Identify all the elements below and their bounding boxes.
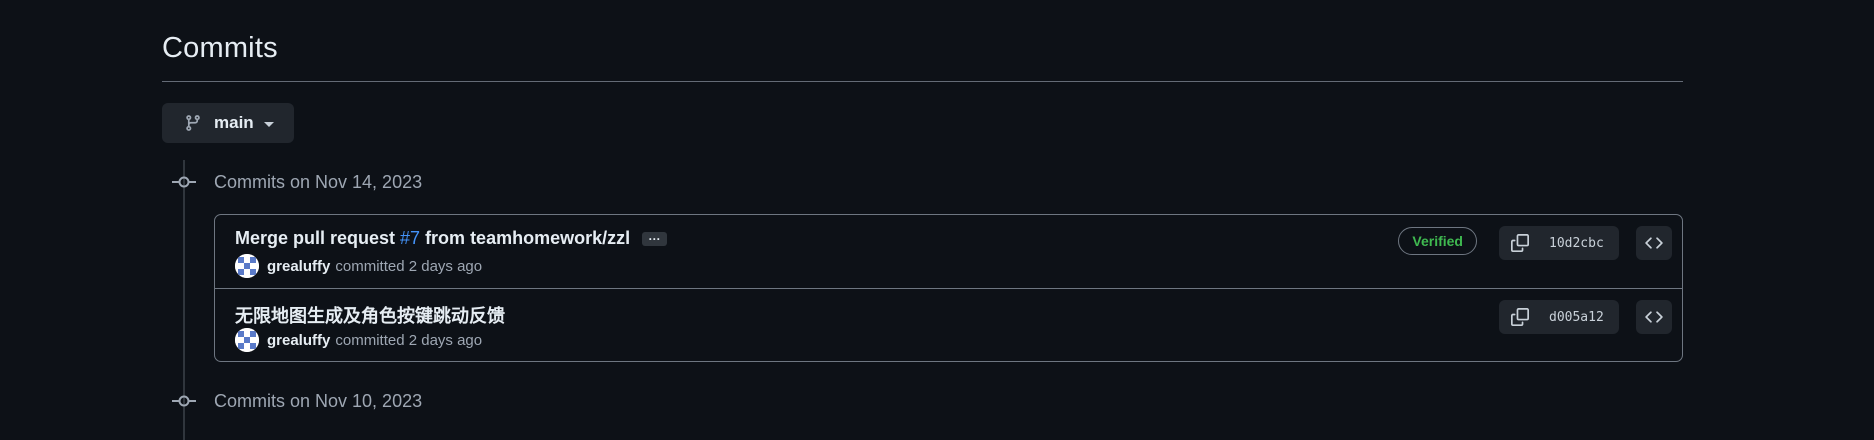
git-commit-icon (162, 170, 206, 194)
pull-request-link[interactable]: #7 (400, 228, 420, 249)
git-commit-icon (162, 389, 206, 413)
commit-meta: grealuffy committed 2 days ago (235, 254, 482, 278)
avatar[interactable] (235, 328, 259, 352)
title-divider (162, 81, 1683, 82)
commit-meta: grealuffy committed 2 days ago (235, 328, 482, 352)
branch-name: main (214, 113, 254, 132)
commit-group-date: Commits on Nov 10, 2023 (214, 390, 423, 411)
commit-sha-link[interactable]: d005a12 (1549, 310, 1604, 325)
commit-time: committed 2 days ago (335, 331, 483, 349)
code-icon (1645, 311, 1663, 323)
commit-message-text[interactable]: 无限地图生成及角色按键跳动反馈 (235, 302, 505, 328)
commit-sha-group: d005a12 (1499, 300, 1619, 334)
copy-sha-button[interactable] (1499, 226, 1541, 260)
browse-repository-button[interactable] (1636, 300, 1672, 334)
commit-author[interactable]: grealuffy (267, 258, 330, 275)
commit-group-date: Commits on Nov 14, 2023 (214, 171, 423, 192)
avatar[interactable] (235, 254, 259, 278)
commit-list: Merge pull request #7 from teamhomework/… (214, 214, 1683, 362)
commit-group-heading: Commits on Nov 14, 2023 (162, 170, 422, 194)
browse-repository-button[interactable] (1636, 226, 1672, 260)
commit-group-heading: Commits on Nov 10, 2023 (162, 389, 422, 413)
verified-badge[interactable]: Verified (1398, 227, 1477, 255)
commit-message[interactable]: 无限地图生成及角色按键跳动反馈 (235, 302, 505, 328)
commit-author[interactable]: grealuffy (267, 332, 330, 349)
copy-sha-button[interactable] (1499, 300, 1541, 334)
commit-message-text[interactable]: from teamhomework/zzl (425, 228, 630, 249)
commit-sha-group: 10d2cbc (1499, 226, 1619, 260)
copy-icon (1511, 308, 1529, 326)
copy-icon (1511, 234, 1529, 252)
commit-sha-link[interactable]: 10d2cbc (1549, 236, 1604, 251)
commit-row: Merge pull request #7 from teamhomework/… (215, 215, 1682, 288)
expand-description-button[interactable]: ··· (642, 231, 668, 246)
code-icon (1645, 237, 1663, 249)
commit-message[interactable]: Merge pull request #7 from teamhomework/… (235, 228, 668, 249)
commit-row: 无限地图生成及角色按键跳动反馈 grealuffy committed 2 da… (215, 288, 1682, 361)
chevron-down-icon (263, 121, 274, 127)
branch-selector-button[interactable]: main (162, 103, 294, 143)
commit-time: committed 2 days ago (335, 257, 483, 275)
commit-message-text[interactable]: Merge pull request (235, 228, 395, 249)
git-branch-icon (186, 115, 200, 131)
page-title: Commits (162, 32, 278, 64)
